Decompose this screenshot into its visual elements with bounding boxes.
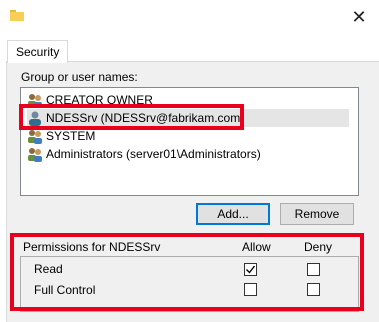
list-item-ndessrv[interactable]: NDESSrv (NDESSrv@fabrikam.com) — [27, 109, 349, 127]
list-item-system[interactable]: SYSTEM — [27, 127, 349, 145]
list-item-administrators[interactable]: Administrators (server01\Administrators) — [27, 145, 349, 163]
folder-icon — [10, 10, 24, 21]
list-item-label: CREATOR OWNER — [46, 93, 153, 107]
user-group-icon — [28, 130, 42, 144]
list-item-creator-owner[interactable]: CREATOR OWNER — [27, 91, 349, 109]
permissions-header: Permissions for NDESSrv — [23, 240, 161, 254]
read-deny-checkbox[interactable] — [307, 263, 320, 276]
full-control-deny-checkbox[interactable] — [307, 283, 320, 296]
tab-security[interactable]: Security — [7, 40, 69, 63]
add-button[interactable]: Add... — [196, 203, 270, 225]
permission-full-control-label: Full Control — [34, 283, 96, 297]
user-group-icon — [28, 148, 42, 162]
group-user-listbox[interactable]: CREATOR OWNER NDESSrv (NDESSrv@fabrikam.… — [20, 87, 359, 196]
allow-column-header: Allow — [242, 240, 271, 254]
checkmark-icon — [246, 265, 256, 274]
user-icon — [29, 111, 41, 126]
read-allow-checkbox[interactable] — [244, 263, 257, 276]
permission-read-label: Read — [34, 262, 63, 276]
list-item-label: SYSTEM — [46, 129, 96, 143]
user-group-icon — [28, 94, 42, 108]
list-item-label: Administrators (server01\Administrators) — [46, 147, 261, 161]
title-bar: ✕ — [0, 0, 379, 34]
remove-button[interactable]: Remove — [280, 203, 354, 225]
deny-column-header: Deny — [304, 240, 333, 254]
tab-security-label: Security — [16, 45, 60, 59]
group-list-label: Group or user names: — [21, 70, 138, 84]
full-control-allow-checkbox[interactable] — [244, 283, 257, 296]
close-button[interactable]: ✕ — [347, 6, 371, 28]
list-item-label: NDESSrv (NDESSrv@fabrikam.com) — [46, 111, 245, 125]
close-icon: ✕ — [351, 6, 367, 27]
